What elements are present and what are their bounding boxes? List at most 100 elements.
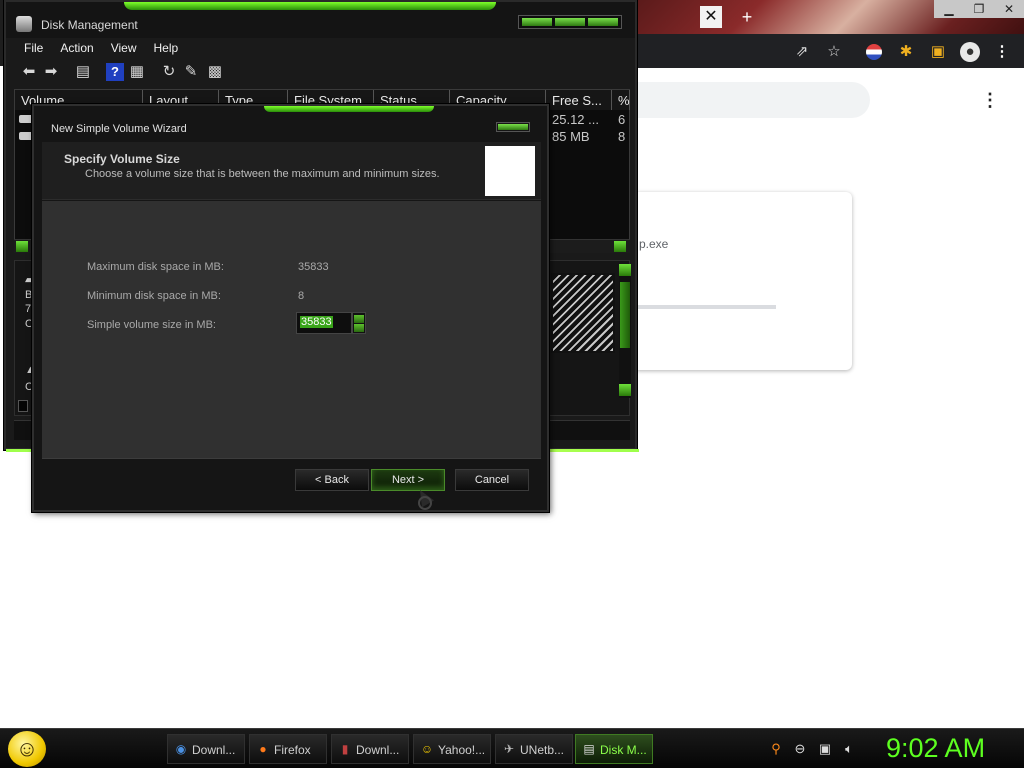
- scroll-down-arrow[interactable]: [619, 384, 631, 396]
- volume-size-input[interactable]: 35833: [296, 312, 352, 334]
- dm-toolbar: ⬅ ➡ ▤ ? ▦ ↻ ✎ ▩: [14, 60, 630, 84]
- restore-icon[interactable]: ❐: [964, 0, 994, 18]
- settings-grid-icon[interactable]: ▩: [206, 63, 224, 81]
- volume-icon[interactable]: 🔈︎: [841, 741, 857, 757]
- new-tab-icon[interactable]: +: [736, 6, 758, 28]
- min-space-value: 8: [298, 290, 305, 302]
- sidebar-icon[interactable]: ▣: [928, 42, 948, 62]
- stepper-down-arrow-icon[interactable]: [354, 324, 364, 332]
- page-menu-icon[interactable]: ⋮: [980, 88, 1000, 112]
- wizard-title: New Simple Volume Wizard: [51, 123, 187, 135]
- unallocated-partition[interactable]: [551, 273, 615, 353]
- minimize-button[interactable]: [522, 18, 552, 26]
- legend-unallocated-swatch: [18, 400, 28, 412]
- page-search-bar[interactable]: [636, 82, 870, 118]
- row-2-pct[interactable]: 8: [618, 129, 625, 144]
- min-space-label: Minimum disk space in MB:: [87, 290, 221, 302]
- volume-size-stepper[interactable]: 35833: [296, 312, 366, 334]
- menu-view[interactable]: View: [111, 38, 137, 58]
- new-simple-volume-wizard: New Simple Volume Wizard Specify Volume …: [32, 104, 549, 512]
- scroll-left-arrow[interactable]: [16, 241, 28, 252]
- back-button[interactable]: < Back: [295, 469, 369, 491]
- star-icon[interactable]: ☆: [824, 42, 844, 62]
- task-label: Disk M...: [600, 743, 647, 757]
- flag-extension-icon[interactable]: [866, 44, 882, 60]
- yahoo-smiley-icon: ☺: [420, 742, 434, 756]
- taskbar: ☺ ◉ Downl... ● Firefox ▮ Downl... ☺ Yaho…: [0, 728, 1024, 768]
- task-label: UNetb...: [520, 743, 565, 757]
- disk-management-icon: ▤: [583, 742, 595, 756]
- task-label: Downl...: [192, 743, 236, 757]
- download-progress-bar: [636, 305, 776, 309]
- wizard-title-glow: [264, 106, 434, 112]
- row-2-free[interactable]: 85 MB: [552, 129, 590, 144]
- minimize-icon[interactable]: ▁: [934, 0, 964, 18]
- stepper-up-arrow-icon[interactable]: [354, 315, 364, 323]
- document-icon: ▮: [341, 742, 349, 756]
- download-filename[interactable]: p.exe: [639, 237, 668, 251]
- wizard-close-button[interactable]: [496, 122, 530, 132]
- share-icon[interactable]: ⇗: [792, 42, 812, 62]
- network-icon[interactable]: ▣: [817, 741, 833, 757]
- vertical-scrollbar[interactable]: [619, 264, 631, 398]
- browser-window-controls: ▁ ❐ ✕: [934, 0, 1024, 18]
- minus-circle-icon[interactable]: ⊖: [792, 741, 808, 757]
- puzzle-extension-icon[interactable]: ✱: [896, 42, 916, 62]
- wizard-separator: [42, 458, 541, 459]
- dm-window-controls: [518, 15, 622, 29]
- task-downloads[interactable]: ▮ Downl...: [331, 734, 409, 764]
- task-yahoo[interactable]: ☺ Yahoo!...: [413, 734, 491, 764]
- next-button[interactable]: Next >: [371, 469, 445, 491]
- clock[interactable]: 9:02 AM: [886, 733, 985, 764]
- profile-avatar-icon[interactable]: ●: [960, 42, 980, 62]
- dm-titlebar[interactable]: Disk Management: [6, 2, 635, 38]
- volume-size-label: Simple volume size in MB:: [87, 319, 216, 331]
- forward-arrow-icon[interactable]: ➡: [42, 63, 60, 81]
- dm-menubar: File Action View Help: [14, 38, 630, 58]
- col-free-space[interactable]: Free S...: [546, 90, 612, 110]
- browser-page: [636, 68, 1024, 728]
- row-1-free[interactable]: 25.12 ...: [552, 112, 599, 127]
- volume-icon: [19, 115, 33, 123]
- kebab-menu-icon[interactable]: ⋮: [992, 42, 1012, 62]
- wizard-body: Maximum disk space in MB: 35833 Minimum …: [42, 201, 541, 458]
- refresh-icon[interactable]: ↻: [160, 63, 178, 81]
- wizard-subheading: Choose a volume size that is between the…: [85, 168, 440, 180]
- wizard-heading: Specify Volume Size: [64, 152, 180, 166]
- scroll-thumb[interactable]: [620, 282, 630, 348]
- volume-size-selected-text: 35833: [300, 316, 333, 328]
- properties-icon[interactable]: ▦: [128, 63, 146, 81]
- browser-toolbar: ⇗ ☆ ✱ ▣ ● ⋮: [636, 34, 1024, 68]
- task-label: Downl...: [356, 743, 400, 757]
- wizard-header: Specify Volume Size Choose a volume size…: [42, 142, 541, 200]
- max-space-label: Maximum disk space in MB:: [87, 261, 224, 273]
- unetbootin-icon: ✈: [503, 742, 515, 756]
- menu-help[interactable]: Help: [154, 38, 179, 58]
- start-button[interactable]: ☺: [8, 731, 46, 767]
- search-icon[interactable]: ⚲: [768, 741, 784, 757]
- maximize-button[interactable]: [555, 18, 585, 26]
- row-1-pct[interactable]: 6: [618, 112, 625, 127]
- menu-file[interactable]: File: [24, 38, 43, 58]
- help-icon[interactable]: ?: [106, 63, 124, 81]
- task-chrome-downloads[interactable]: ◉ Downl...: [167, 734, 245, 764]
- scroll-right-arrow[interactable]: [614, 241, 626, 252]
- task-disk-management[interactable]: ▤ Disk M...: [575, 734, 653, 764]
- tab-close-icon[interactable]: ✕: [700, 6, 722, 28]
- close-icon[interactable]: ✕: [994, 0, 1024, 18]
- col-percent-free[interactable]: %: [612, 90, 630, 110]
- task-label: Yahoo!...: [438, 743, 486, 757]
- close-button[interactable]: [588, 18, 618, 26]
- scroll-up-arrow[interactable]: [619, 264, 631, 276]
- cancel-button[interactable]: Cancel: [455, 469, 529, 491]
- disk-management-icon: [16, 16, 32, 32]
- menu-action[interactable]: Action: [60, 38, 93, 58]
- title-glow: [124, 2, 496, 10]
- wizard-header-image: [485, 146, 535, 196]
- rescan-icon[interactable]: ✎: [182, 63, 200, 81]
- busy-cursor-icon: [418, 496, 432, 510]
- console-tree-icon[interactable]: ▤: [74, 63, 92, 81]
- task-unetbootin[interactable]: ✈ UNetb...: [495, 734, 573, 764]
- task-firefox[interactable]: ● Firefox: [249, 734, 327, 764]
- back-arrow-icon[interactable]: ⬅: [20, 63, 38, 81]
